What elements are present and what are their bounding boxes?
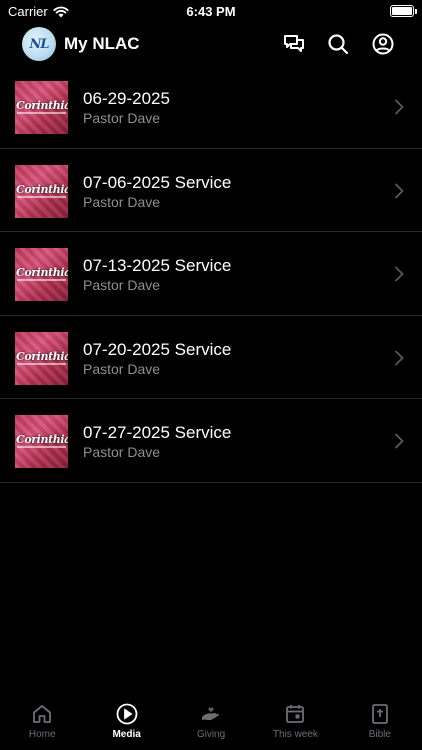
item-title: 07-20-2025 Service: [83, 339, 232, 359]
thumbnail-title: Corinthians: [16, 266, 68, 279]
chevron-right-icon: [395, 183, 404, 198]
media-list: Corinthians 06-29-2025 Pastor Dave Corin…: [0, 65, 422, 483]
chevron-right-icon: [395, 266, 404, 282]
item-speaker: Pastor Dave: [83, 193, 161, 210]
item-title: 07-27-2025 Service: [83, 423, 232, 442]
list-item[interactable]: Corinthians 07-13-2025 Service Pastor Da…: [0, 232, 422, 316]
item-title: 07-13-2025 Service: [83, 256, 232, 275]
account-button[interactable]: [370, 31, 396, 57]
app-header: NL My NLAC: [0, 25, 422, 63]
list-item[interactable]: Corinthians 07-06-2025 Service Pastor Da…: [0, 149, 422, 232]
thumbnail-title: Corinthians: [16, 433, 68, 446]
tab-giving[interactable]: Giving: [169, 698, 253, 750]
sermon-thumbnail: Corinthians: [15, 164, 68, 218]
sermon-thumbnail: Corinthians: [15, 415, 68, 468]
tab-label: This week: [272, 729, 318, 740]
messages-button[interactable]: [281, 31, 307, 57]
tab-home[interactable]: Home: [0, 698, 84, 750]
app-logo[interactable]: NL: [22, 27, 56, 61]
thumbnail-title: Corinthians: [16, 349, 68, 363]
thumbnail-title: Corinthians: [16, 99, 68, 112]
tab-label: Bible: [368, 729, 391, 740]
logo-text: NL: [29, 36, 49, 52]
list-item[interactable]: Corinthians 07-27-2025 Service Pastor Da…: [0, 399, 422, 483]
sermon-thumbnail: Corinthians: [15, 81, 68, 134]
tab-label: Home: [28, 729, 56, 740]
list-item[interactable]: Corinthians 06-29-2025 Pastor Dave: [0, 65, 422, 149]
battery-icon: [390, 5, 417, 17]
search-icon: [328, 34, 349, 55]
chevron-right-icon: [395, 99, 404, 115]
tab-media[interactable]: Media: [84, 698, 168, 750]
sermon-thumbnail: Corinthians: [15, 248, 68, 301]
status-time: 6:43 PM: [186, 4, 236, 19]
item-speaker: Pastor Dave: [83, 444, 161, 460]
play-icon: [116, 703, 138, 725]
bible-icon: [371, 704, 388, 724]
item-title: 07-06-2025 Service: [83, 172, 232, 192]
item-title: 06-29-2025: [83, 89, 170, 108]
status-bar: Carrier 6:43 PM: [0, 0, 422, 22]
item-speaker: Pastor Dave: [83, 360, 161, 377]
chevron-right-icon: [395, 350, 404, 365]
app-title: My NLAC: [64, 34, 140, 53]
calendar-icon: [286, 705, 305, 723]
tab-bible[interactable]: Bible: [338, 698, 422, 750]
account-icon: [372, 33, 394, 55]
tab-bar: Home Media Giving This week Bible: [0, 698, 422, 750]
thumbnail-title: Corinthians: [16, 182, 68, 196]
item-speaker: Pastor Dave: [83, 110, 161, 126]
chat-icon: [284, 35, 304, 52]
tab-label: Giving: [196, 729, 226, 740]
item-speaker: Pastor Dave: [83, 277, 161, 293]
home-icon: [33, 705, 52, 723]
search-button[interactable]: [325, 31, 351, 57]
list-item[interactable]: Corinthians 07-20-2025 Service Pastor Da…: [0, 316, 422, 399]
sermon-thumbnail: Corinthians: [15, 331, 68, 385]
giving-icon: [202, 707, 219, 721]
chevron-right-icon: [395, 433, 404, 449]
tab-label: Media: [112, 729, 141, 740]
tab-this-week[interactable]: This week: [253, 698, 337, 750]
